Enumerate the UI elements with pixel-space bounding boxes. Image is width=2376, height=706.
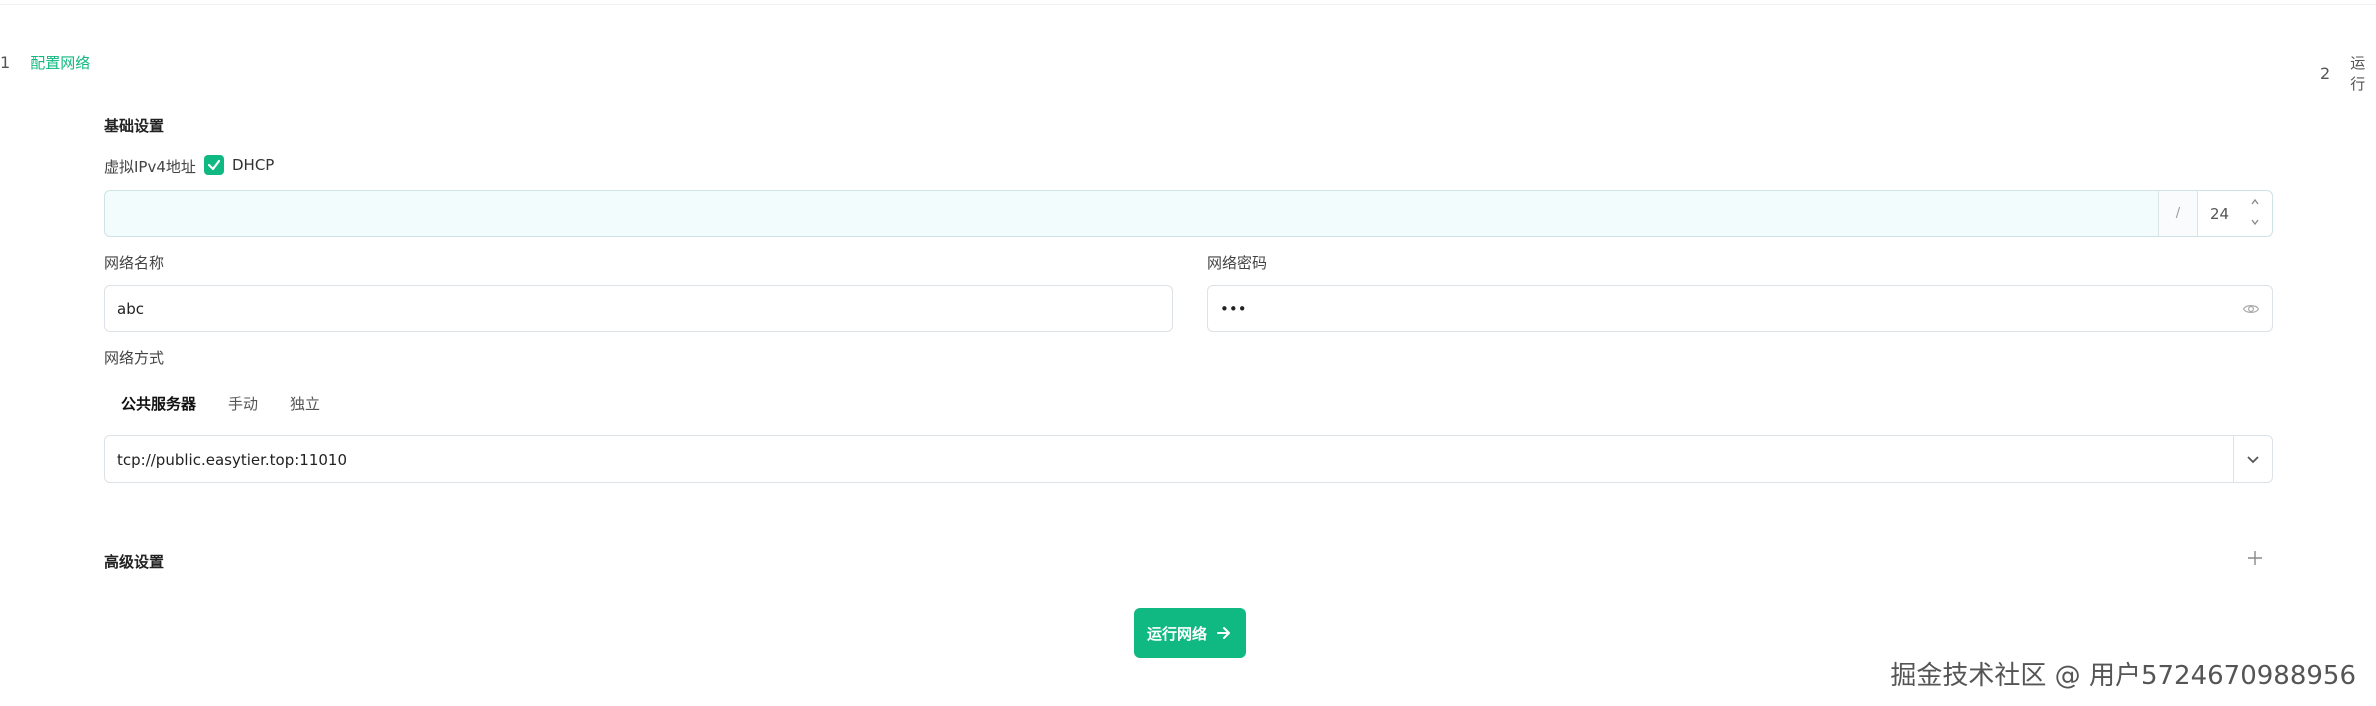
netmask-value: 24 (2210, 205, 2230, 223)
network-name-input[interactable]: abc (104, 285, 1173, 332)
step-number: 1 (0, 53, 11, 72)
step-number: 2 (2320, 63, 2331, 83)
dhcp-checkbox[interactable] (204, 155, 224, 175)
step-label: 配置网络 (30, 54, 91, 72)
advanced-settings-title[interactable]: 高级设置 (104, 551, 164, 572)
network-secret-label: 网络密码 (1207, 254, 1268, 272)
public-server-select[interactable]: tcp://public.easytier.top:11010 (104, 435, 2273, 483)
tab-standalone[interactable]: 独立 (290, 393, 320, 414)
network-secret-value: ••• (1220, 300, 1247, 318)
tab-manual[interactable]: 手动 (228, 393, 258, 414)
chevron-down-icon (2247, 456, 2259, 464)
network-mode-label: 网络方式 (104, 349, 165, 367)
eye-icon[interactable] (2242, 300, 2260, 318)
basic-settings-title: 基础设置 (104, 117, 165, 135)
step-label: 运行 (2350, 54, 2366, 93)
ipv4-input[interactable]: / 24 (104, 190, 2273, 237)
plus-icon[interactable] (2245, 548, 2265, 568)
top-divider (0, 0, 2376, 5)
run-network-button[interactable]: 运行网络 (1134, 608, 1246, 658)
dropdown-toggle[interactable] (2233, 436, 2272, 482)
chevron-up-icon[interactable] (2250, 197, 2260, 207)
step-configure[interactable]: 1 配置网络 (0, 52, 90, 73)
arrow-right-icon (1217, 627, 1230, 639)
network-name-value: abc (117, 300, 144, 318)
check-icon (207, 159, 221, 171)
cidr-separator: / (2158, 191, 2198, 236)
run-network-label: 运行网络 (1146, 624, 1207, 643)
tab-public-server[interactable]: 公共服务器 (121, 393, 196, 414)
ipv4-label: 虚拟IPv4地址 (104, 158, 196, 176)
network-secret-input[interactable]: ••• (1207, 285, 2273, 332)
step-run[interactable]: 2 运行 (2320, 52, 2376, 94)
network-mode-tabs: 公共服务器 手动 独立 (121, 393, 320, 414)
netmask-stepper[interactable]: 24 (2198, 191, 2272, 236)
chevron-down-icon[interactable] (2250, 217, 2260, 227)
watermark: 掘金技术社区 @ 用户5724670988956 (1890, 661, 2356, 691)
public-server-value: tcp://public.easytier.top:11010 (117, 451, 348, 469)
dhcp-label[interactable]: DHCP (232, 156, 274, 174)
network-name-label: 网络名称 (104, 254, 165, 272)
